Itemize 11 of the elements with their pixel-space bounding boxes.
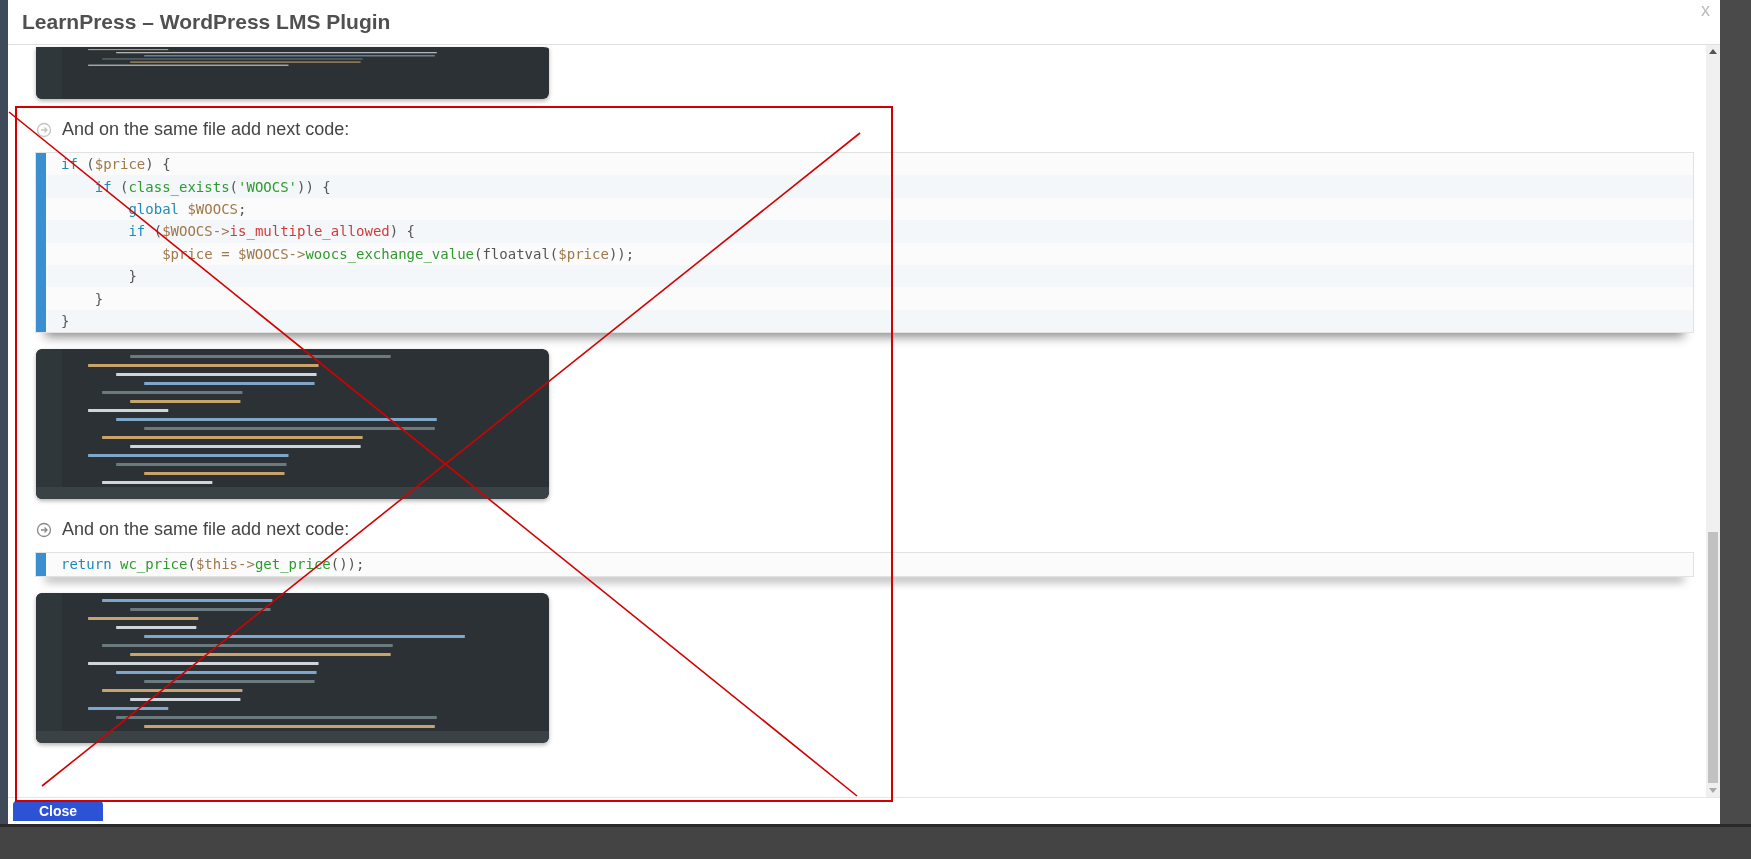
code-line: } (127, 268, 137, 285)
instruction-text: And on the same file add next code: (62, 519, 350, 541)
code-line: } (93, 290, 104, 307)
modal-title: LearnPress – WordPress LMS Plugin (22, 10, 391, 34)
close-button[interactable]: Close (13, 801, 104, 821)
scrollbar[interactable] (1706, 45, 1720, 797)
instruction-text: And on the same file add next code: (62, 119, 350, 140)
code-line: } (61, 312, 70, 329)
code-line: if ($price) { (61, 156, 171, 173)
code-line: global $WOOCS; (127, 200, 247, 217)
accent-bar (36, 553, 46, 576)
